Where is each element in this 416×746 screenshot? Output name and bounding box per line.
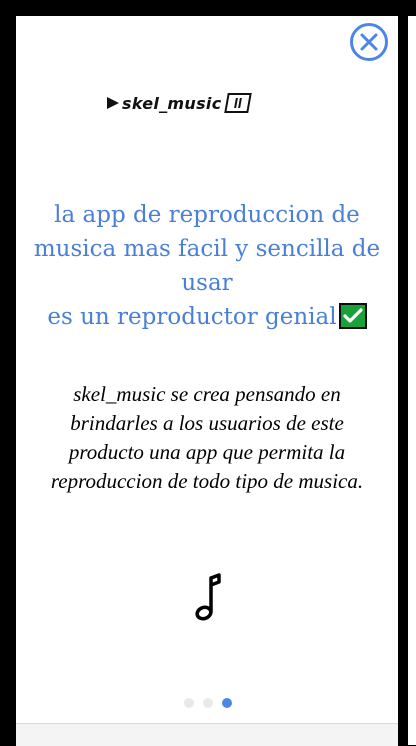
pause-icon — [224, 93, 253, 113]
music-note-icon — [195, 573, 221, 621]
pagination-dot-2[interactable] — [203, 698, 213, 708]
pagination-dot-3[interactable] — [222, 698, 232, 708]
close-icon — [360, 33, 378, 51]
scrollbar-track — [408, 16, 416, 745]
headline-line-4-wrap: es un reproductor genial — [16, 300, 398, 334]
headline-line-3: usar — [181, 270, 233, 296]
headline-line-4: es un reproductor genial — [47, 304, 337, 330]
play-icon — [107, 97, 119, 109]
app-logo: skel_music — [106, 90, 253, 116]
pagination-dots — [184, 698, 232, 708]
pagination-dot-1[interactable] — [184, 698, 194, 708]
logo-text: skel_music — [122, 93, 222, 113]
bottom-bar — [16, 723, 398, 746]
check-mark-icon — [338, 303, 367, 329]
app-description: skel_music se crea pensando en brindarle… — [50, 382, 364, 493]
close-button[interactable] — [350, 23, 388, 61]
headline-line-2: musica mas facil y sencilla de — [33, 236, 381, 262]
headline: la app de reproduccion de musica mas fac… — [16, 198, 398, 334]
headline-line-1: la app de reproduccion de — [54, 202, 360, 228]
